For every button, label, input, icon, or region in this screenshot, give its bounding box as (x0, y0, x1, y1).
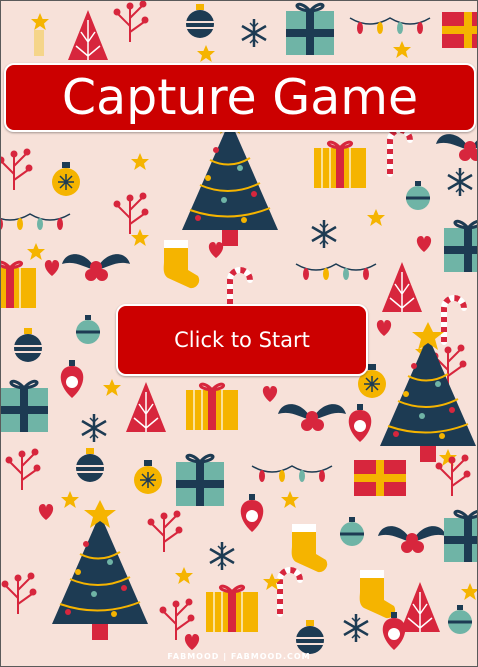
ornament-icon (185, 3, 215, 39)
gift-box-icon (284, 2, 336, 57)
start-button[interactable]: Click to Start (116, 304, 368, 376)
game-stage: FABMOOD | FABMOOD.COM Capture Game Click… (0, 0, 478, 667)
stocking-icon (163, 240, 200, 289)
snowflake-icon (446, 166, 474, 198)
holly-icon (62, 254, 130, 281)
game-title: Capture Game (4, 63, 476, 132)
snowflake-icon (240, 17, 268, 49)
candy-cane-icon (390, 130, 410, 174)
candle-icon (34, 30, 44, 56)
berry-branch-icon (112, 0, 150, 43)
watermark: FABMOOD | FABMOOD.COM (167, 652, 311, 661)
gift-box-icon (0, 379, 50, 434)
snowflake-icon (310, 218, 338, 250)
gift-box-icon (442, 12, 478, 48)
string-lights-icon (349, 17, 431, 35)
christmas-tree-icon (51, 499, 149, 641)
heart-icon (208, 242, 224, 258)
gift-box-icon (312, 140, 368, 190)
christmas-tree-icon (67, 9, 109, 61)
ornament-icon (51, 161, 81, 197)
